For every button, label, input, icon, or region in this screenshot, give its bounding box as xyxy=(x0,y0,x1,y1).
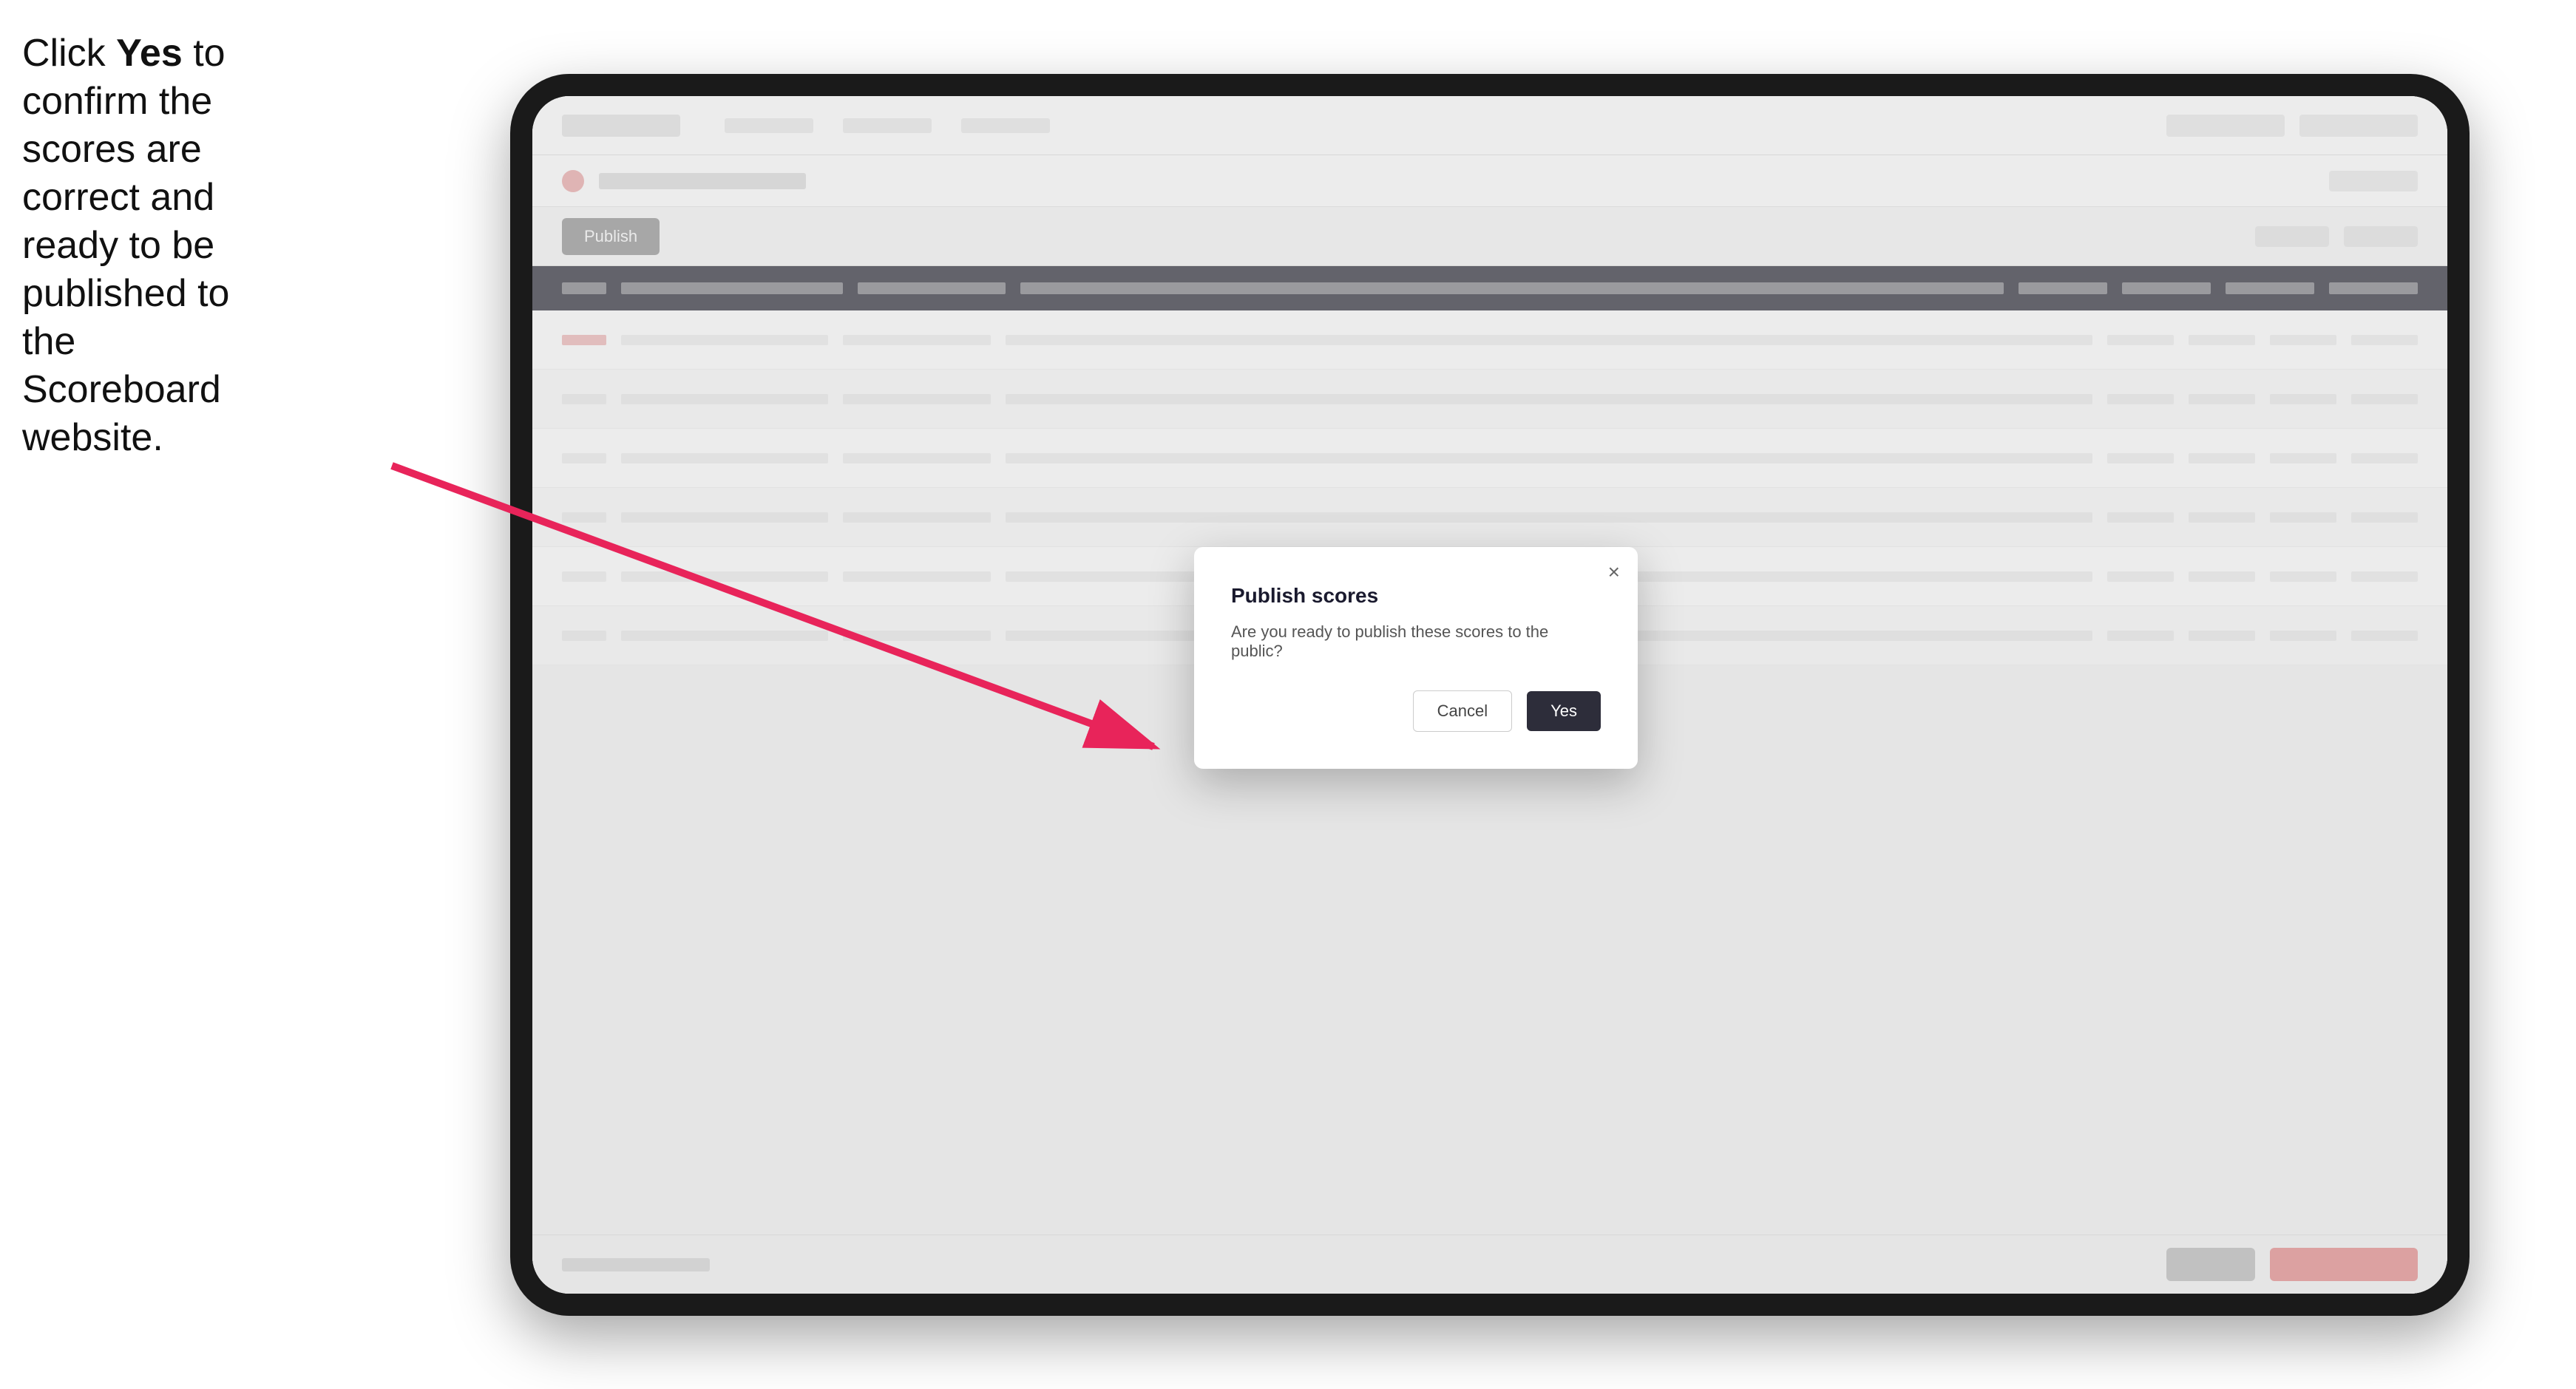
modal-dialog: × Publish scores Are you ready to publis… xyxy=(1194,547,1638,769)
instruction-bold: Yes xyxy=(116,32,183,75)
modal-close-button[interactable]: × xyxy=(1608,562,1620,583)
yes-button[interactable]: Yes xyxy=(1527,691,1601,731)
screen-content: Publish xyxy=(532,96,2447,1294)
tablet-device: Publish xyxy=(510,74,2470,1316)
cancel-button[interactable]: Cancel xyxy=(1413,690,1512,732)
modal-footer: Cancel Yes xyxy=(1231,690,1601,732)
tablet-screen: Publish xyxy=(532,96,2447,1294)
modal-body: Are you ready to publish these scores to… xyxy=(1231,622,1601,661)
modal-overlay: × Publish scores Are you ready to publis… xyxy=(532,96,2447,1294)
modal-title: Publish scores xyxy=(1231,584,1601,608)
instruction-text: Click Yes to confirm the scores are corr… xyxy=(22,30,237,462)
